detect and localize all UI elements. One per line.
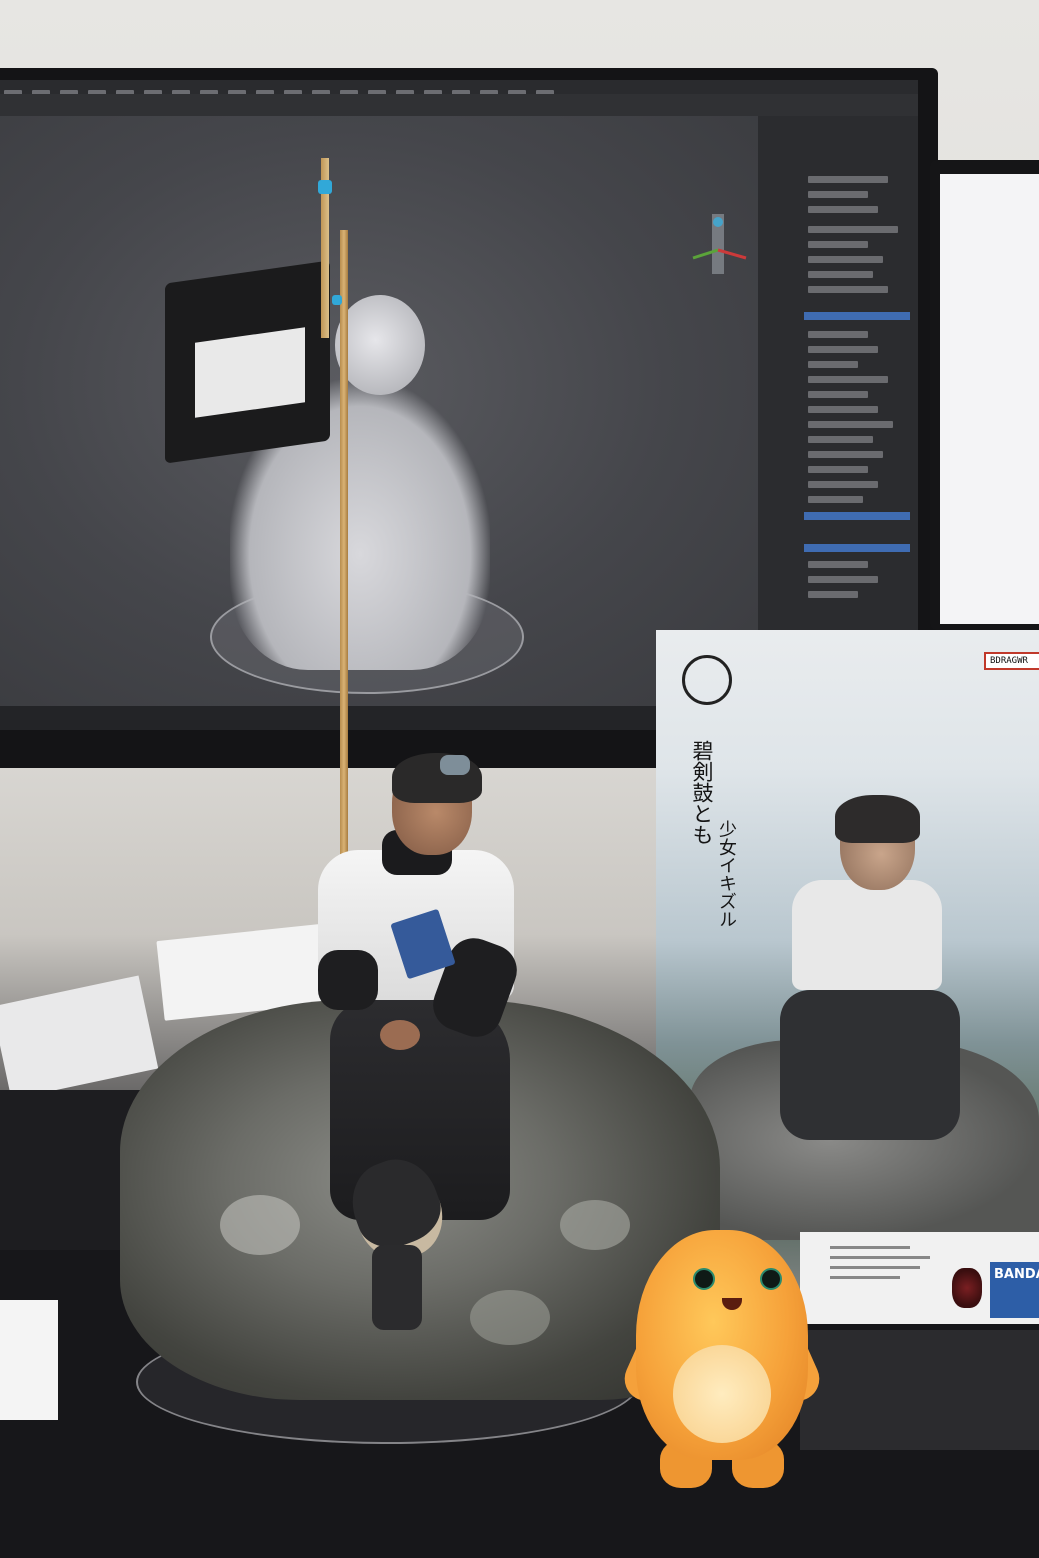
box-title-line2: 少女イキズル xyxy=(716,820,737,928)
sculpt-head xyxy=(335,295,425,395)
mascot-eye-right xyxy=(760,1268,782,1290)
rock-lichen xyxy=(220,1195,300,1255)
brand-logo: BANDAI xyxy=(990,1262,1039,1318)
tool-bar xyxy=(0,94,918,116)
mascot-eye-left xyxy=(693,1268,715,1290)
sculpt-flag-panel xyxy=(195,327,305,418)
flag-pole xyxy=(340,230,348,890)
circle-emblem-icon xyxy=(682,655,732,705)
rock-lichen xyxy=(560,1200,630,1250)
paper-sheet xyxy=(0,1300,58,1420)
figure-shoe-lower xyxy=(372,1245,422,1330)
figure-hand xyxy=(380,1020,420,1050)
menu-bar xyxy=(0,80,918,95)
figure-sunglasses xyxy=(440,755,470,775)
paper-stack-left xyxy=(0,975,159,1100)
mascot-belly xyxy=(673,1345,771,1443)
box-product-code: BDRAGWR xyxy=(984,652,1039,670)
axis-gizmo-icon xyxy=(692,214,747,274)
box-art-pants xyxy=(780,990,960,1140)
box-art-hair xyxy=(835,795,920,843)
tamashii-logo-icon xyxy=(952,1268,982,1308)
outliner-panel xyxy=(758,116,918,706)
box-art-shirt xyxy=(792,880,942,990)
display-card xyxy=(800,1330,1039,1450)
box-title-line1: 碧剣鼓とも xyxy=(690,740,714,845)
rock-lichen xyxy=(470,1290,550,1345)
photo-scene: BDRAGWR 碧剣鼓とも 少女イキズル BANDAI xyxy=(0,0,1039,1558)
second-monitor-screen xyxy=(940,174,1039,624)
flag-tie xyxy=(318,180,332,194)
flag-tie-lower xyxy=(332,295,342,305)
figure-arm-left xyxy=(318,950,378,1010)
